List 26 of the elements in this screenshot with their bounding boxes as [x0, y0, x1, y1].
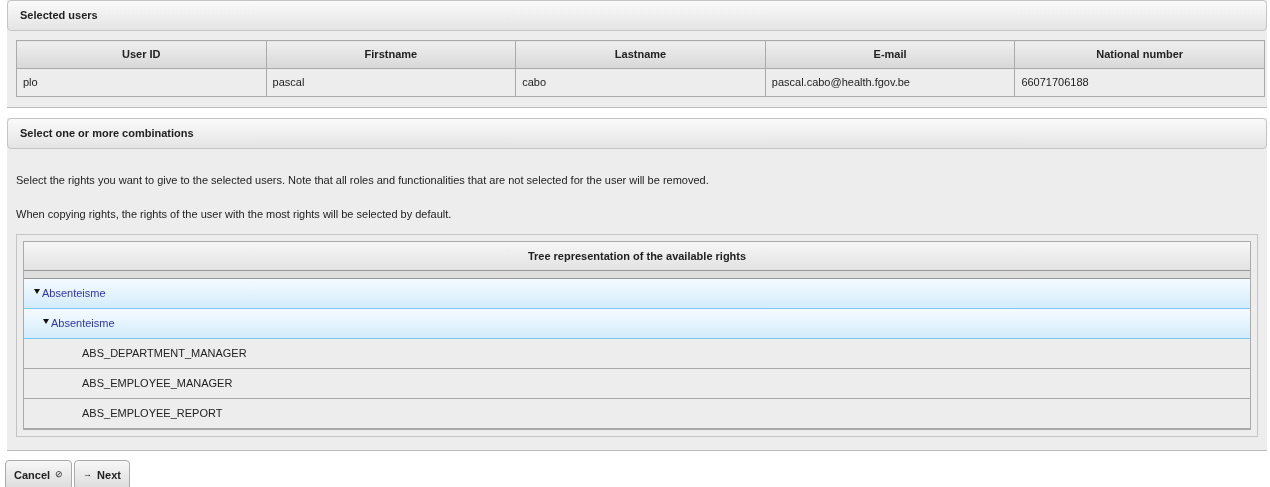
panel-title: Selected users — [20, 8, 98, 24]
action-button[interactable]: → Next — [74, 460, 130, 487]
tree-label: ABS_EMPLOYEE_MANAGER — [82, 376, 233, 392]
column-header: E-mail — [765, 40, 1015, 69]
tree-label: Absenteisme — [51, 316, 115, 332]
table-cell: plo — [16, 68, 267, 97]
table-cell: pascal.cabo@health.fgov.be — [765, 68, 1015, 97]
tree-row[interactable]: Absenteisme — [24, 309, 1250, 339]
column-header: Lastname — [515, 40, 766, 69]
table-cell: cabo — [515, 68, 766, 97]
caret-icon[interactable] — [43, 318, 49, 325]
column-header: Tree representation of the available rights — [24, 242, 1250, 271]
table-cell: 66071706188 — [1014, 68, 1265, 97]
column-header: User ID — [16, 40, 267, 69]
caret-icon[interactable] — [34, 288, 40, 295]
table-cell: pascal — [266, 68, 516, 97]
action-button[interactable]: Cancel ⊘ — [5, 460, 73, 487]
column-header: Firstname — [266, 40, 516, 69]
instruction-text: Select the rights you want to give to the selected users. Note that all roles and functionalities that are not selected for the user will be removed. — [16, 173, 710, 187]
tree-row[interactable]: Absenteisme — [24, 279, 1250, 309]
panel-title: Select one or more combinations — [20, 126, 194, 142]
tree-label: Absenteisme — [42, 286, 106, 302]
column-header: National number — [1014, 40, 1265, 69]
instruction-text: When copying rights, the rights of the user with the most rights will be selected by default. — [16, 207, 453, 221]
tree-label: ABS_DEPARTMENT_MANAGER — [82, 346, 247, 362]
tree-label: ABS_EMPLOYEE_REPORT — [82, 406, 223, 422]
